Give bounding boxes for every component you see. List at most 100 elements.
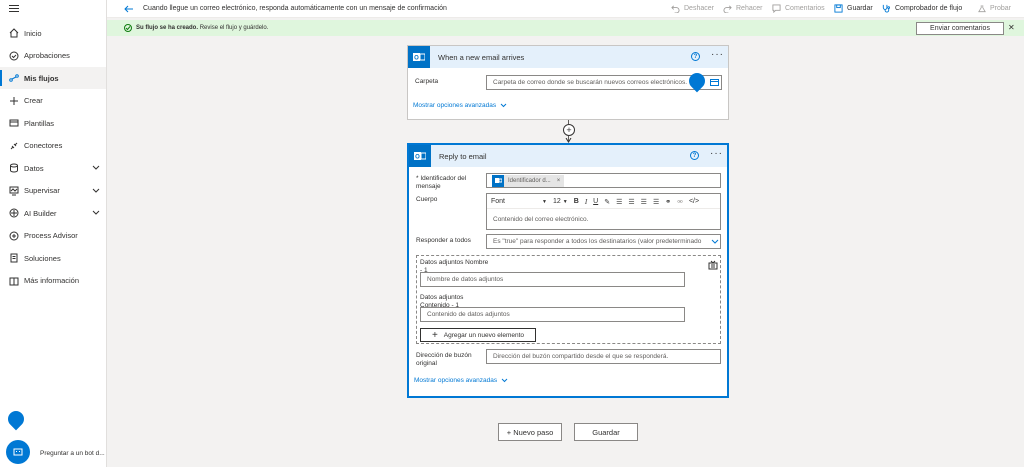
attachment-content-input[interactable]: Contenido de datos adjuntos — [420, 307, 685, 322]
test-button[interactable]: Probar — [978, 4, 1011, 13]
action-advanced-options[interactable]: Mostrar opciones avanzadas — [414, 377, 508, 384]
message-id-token[interactable]: Identificador d... × — [492, 174, 565, 187]
reply-all-select[interactable]: Es "true" para responder a todos los des… — [486, 234, 721, 249]
highlight-icon[interactable]: ✎ — [604, 198, 610, 206]
undo-button[interactable]: Deshacer — [671, 4, 714, 13]
save-top-button[interactable]: Guardar — [834, 4, 873, 13]
chevron-down-icon[interactable] — [92, 188, 100, 193]
remove-token-icon[interactable]: × — [557, 178, 561, 184]
link-icon[interactable]: ⚭ — [665, 198, 671, 206]
sidebar-item-supervisar[interactable]: Supervisar — [0, 180, 106, 202]
message-id-input[interactable]: Identificador d... × — [486, 173, 721, 188]
sidebar-item-aprobaciones[interactable]: Aprobaciones — [0, 45, 106, 67]
sidebar-item-label: Plantillas — [24, 118, 55, 128]
redo-icon — [723, 5, 732, 13]
trigger-advanced-label: Mostrar opciones avanzadas — [413, 102, 497, 109]
trigger-advanced-options[interactable]: Mostrar opciones avanzadas — [413, 102, 507, 109]
body-placeholder: Contenido del correo electrónico. — [493, 216, 589, 223]
new-step-button[interactable]: + Nuevo paso — [498, 423, 562, 441]
notification-bold: Su flujo se ha creado. — [136, 25, 199, 31]
folder-input[interactable]: Carpeta de correo donde se buscarán nuev… — [486, 75, 722, 90]
more-options-icon[interactable]: ··· — [711, 50, 724, 60]
mailbox-input[interactable]: Dirección del buzón compartido desde el … — [486, 349, 721, 364]
chatbot-label[interactable]: Preguntar a un bot d... — [40, 450, 105, 457]
sidebar-item-label: Process Advisor — [24, 231, 78, 240]
attachment-name-placeholder: Nombre de datos adjuntos — [427, 276, 504, 283]
sidebar-item-process-advisor[interactable]: Process Advisor — [0, 225, 106, 247]
redo-label: Rehacer — [736, 5, 763, 12]
back-arrow-icon[interactable] — [124, 4, 134, 14]
chevron-down-icon[interactable] — [92, 165, 100, 170]
sidebar-item-label: Mis flujos — [24, 73, 59, 83]
chatbot-icon — [13, 448, 23, 456]
increase-indent-icon[interactable]: ☰ — [653, 198, 659, 206]
unlink-icon[interactable]: ⚮ — [677, 198, 683, 206]
save-flow-button[interactable]: Guardar — [574, 423, 638, 441]
caret-down-icon: ▼ — [562, 198, 568, 205]
font-select[interactable]: Font ▼ — [491, 198, 547, 205]
sidebar-item-mis-flujos[interactable]: Mis flujos — [0, 67, 106, 89]
approvals-icon — [9, 51, 19, 61]
action-card-header[interactable]: O Reply to email ? ··· — [409, 145, 727, 167]
sidebar-item-inicio[interactable]: Inicio — [0, 22, 106, 44]
test-label: Probar — [990, 5, 1012, 12]
chatbot-button[interactable] — [6, 440, 30, 464]
underline-icon[interactable]: U — [593, 198, 598, 205]
ai-builder-icon — [9, 208, 19, 218]
bulleted-list-icon[interactable]: ☰ — [616, 198, 622, 206]
code-view-icon[interactable]: </> — [689, 198, 699, 205]
more-options-icon[interactable]: ··· — [710, 149, 723, 159]
action-advanced-label: Mostrar opciones avanzadas — [414, 377, 498, 384]
sidebar-item-crear[interactable]: Crear — [0, 90, 106, 112]
add-item-label: Agregar un nuevo elemento — [443, 331, 525, 339]
sidebar-item-soluciones[interactable]: Soluciones — [0, 247, 106, 269]
message-id-label: * Identificador del mensaje — [416, 175, 467, 190]
trigger-card-header[interactable]: O When a new email arrives ? ··· — [408, 46, 728, 68]
outlook-icon: O — [408, 46, 430, 68]
connectors-icon — [9, 141, 19, 151]
outlook-icon — [492, 174, 504, 187]
trigger-title: When a new email arrives — [438, 52, 525, 62]
numbered-list-icon[interactable]: ☰ — [628, 198, 634, 206]
help-icon[interactable]: ? — [690, 151, 699, 160]
send-feedback-button[interactable]: Enviar comentarios — [916, 22, 1004, 35]
plus-icon: + — [431, 329, 438, 341]
location-pin-icon — [4, 407, 28, 431]
body-editor[interactable]: Font ▼ 12 ▼ B I U ✎ ☰ ☰ ☰ ☰ ⚭ ⚮ </> Cont… — [486, 193, 721, 230]
decrease-indent-icon[interactable]: ☰ — [641, 198, 647, 206]
sidebar-item-conectores[interactable]: Conectores — [0, 135, 106, 157]
folder-picker-icon[interactable] — [710, 79, 719, 86]
close-icon[interactable]: ✕ — [1008, 23, 1015, 32]
flow-checker-button[interactable]: Comprobador de flujo — [881, 4, 962, 13]
insert-step-button[interactable]: + — [563, 124, 575, 136]
comments-button[interactable]: Comentarios — [772, 4, 825, 13]
rich-text-toolbar: Font ▼ 12 ▼ B I U ✎ ☰ ☰ ☰ ☰ ⚭ ⚮ </> — [491, 196, 719, 207]
sidebar-item-más-información[interactable]: Más información — [0, 270, 106, 292]
italic-icon[interactable]: I — [585, 198, 587, 206]
chevron-down-icon[interactable] — [92, 210, 100, 215]
help-icon[interactable]: ? — [691, 52, 700, 61]
add-item-button[interactable]: + Agregar un nuevo elemento — [420, 328, 536, 342]
sidebar-item-datos[interactable]: Datos — [0, 157, 106, 179]
redo-button[interactable]: Rehacer — [723, 4, 762, 13]
chevron-down-icon — [500, 103, 507, 108]
hamburger-menu-icon[interactable] — [9, 5, 19, 13]
font-size-select[interactable]: 12 ▼ — [553, 198, 568, 205]
outlook-icon: O — [409, 145, 431, 167]
font-size-value: 12 — [553, 198, 561, 205]
bold-icon[interactable]: B — [574, 198, 579, 205]
folder-placeholder: Carpeta de correo donde se buscarán nuev… — [493, 79, 688, 86]
monitor-icon — [9, 186, 19, 196]
comment-icon — [772, 4, 781, 13]
sidebar-item-plantillas[interactable]: Plantillas — [0, 112, 106, 134]
action-card: O Reply to email ? ··· * Identificador d… — [408, 144, 728, 397]
comments-label: Comentarios — [785, 5, 825, 12]
attachments-toggle-icon[interactable] — [708, 260, 718, 270]
sidebar-item-label: Soluciones — [24, 253, 61, 263]
attachment-name-input[interactable]: Nombre de datos adjuntos — [420, 272, 685, 287]
sidebar-item-label: Datos — [24, 163, 44, 173]
checkmark-icon — [124, 24, 132, 32]
sidebar-item-ai-builder[interactable]: AI Builder — [0, 202, 106, 224]
sidebar-item-label: Más información — [24, 276, 80, 285]
flows-icon — [9, 73, 19, 83]
